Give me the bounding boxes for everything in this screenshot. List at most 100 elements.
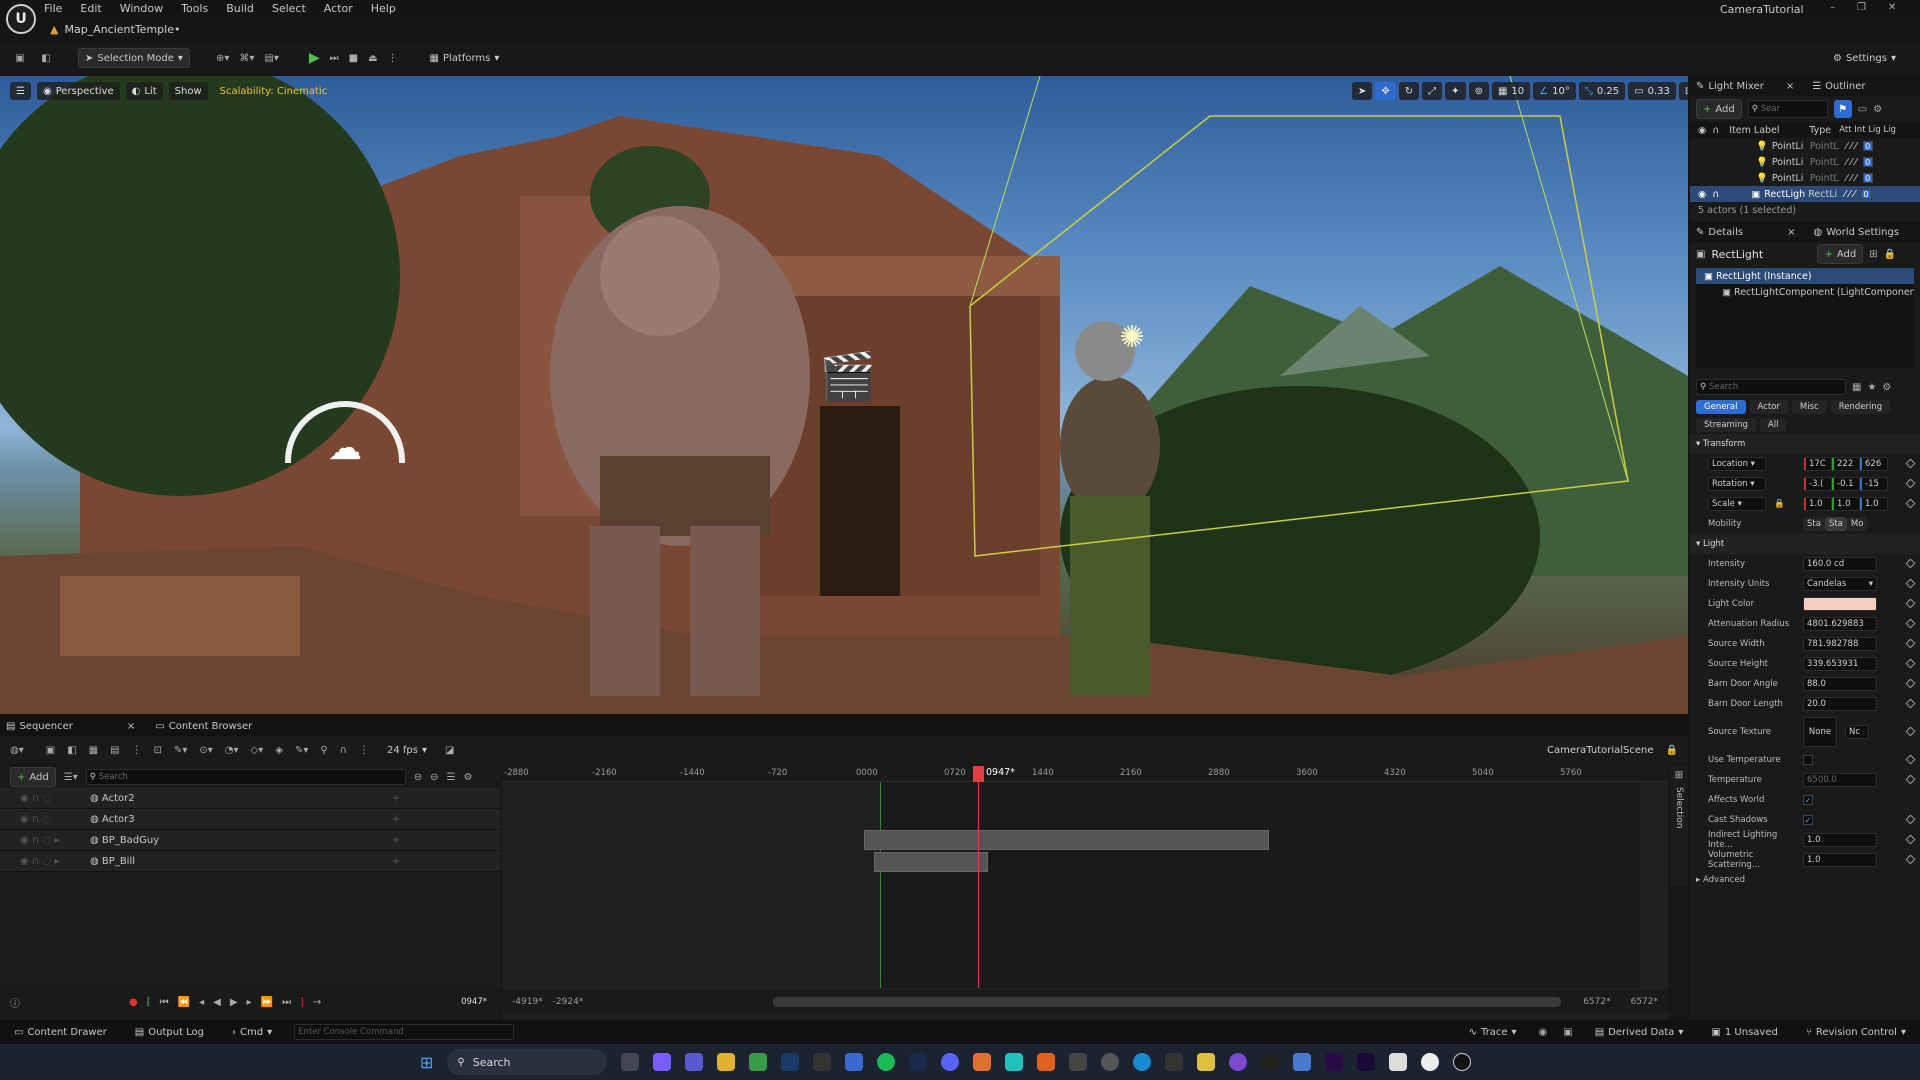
app-icon[interactable] xyxy=(1005,1053,1024,1071)
discord-icon[interactable] xyxy=(941,1053,960,1071)
menu-build[interactable]: Build xyxy=(226,2,254,15)
scale-z[interactable]: 1.0 xyxy=(1860,497,1888,511)
more-icon[interactable]: ⋮ xyxy=(388,53,398,64)
list-icon[interactable]: ☰ xyxy=(447,772,456,783)
menu-actor[interactable]: Actor xyxy=(324,2,353,15)
close-icon[interactable]: × xyxy=(1786,81,1794,92)
close-icon[interactable]: ✕ xyxy=(1888,2,1896,13)
filter-actor[interactable]: Actor xyxy=(1749,400,1788,414)
collapse-icon[interactable]: ⊖ xyxy=(430,772,438,783)
trace-button[interactable]: ∿ Trace ▾ xyxy=(1463,1022,1523,1042)
rotation-y[interactable]: -0.1 xyxy=(1832,477,1860,491)
outliner-row[interactable]: 💡 PointLi PointL ⁄ ⁄ ⁄ 0 xyxy=(1690,170,1920,186)
keyframe-icon[interactable] xyxy=(1905,638,1916,649)
record-status-icon[interactable]: ◉ xyxy=(1539,1027,1548,1038)
close-icon[interactable]: × xyxy=(1787,227,1795,238)
chrome-icon[interactable] xyxy=(749,1053,768,1071)
location-x[interactable]: 17C xyxy=(1804,457,1832,471)
stop-icon[interactable]: ■ xyxy=(349,53,358,64)
rotation-z[interactable]: -15 xyxy=(1860,477,1888,491)
working-range-end[interactable]: 6572* xyxy=(1583,997,1610,1007)
copilot-icon[interactable] xyxy=(653,1053,672,1071)
surface-snap-icon[interactable]: ⊚ xyxy=(1468,82,1489,100)
location-dropdown[interactable]: Location ▾ xyxy=(1708,457,1766,471)
keyframe-icon[interactable] xyxy=(1905,854,1916,865)
minimize-icon[interactable]: – xyxy=(1830,2,1835,13)
more-icon[interactable]: ⋮ xyxy=(359,745,369,756)
component-instance[interactable]: ▣ RectLight (Instance) xyxy=(1696,268,1914,284)
unsaved-button[interactable]: ▣ 1 Unsaved xyxy=(1705,1022,1783,1042)
filter-general[interactable]: General xyxy=(1696,400,1746,414)
platforms-button[interactable]: ▦ Platforms ▾ xyxy=(424,48,506,68)
keyframe-icon[interactable] xyxy=(1905,834,1916,845)
menu-file[interactable]: File xyxy=(44,2,62,15)
find-icon[interactable]: ◧ xyxy=(67,745,76,756)
add-track-icon[interactable]: + xyxy=(392,856,400,867)
edit-mode-icon[interactable]: ✎▾ xyxy=(295,745,308,756)
reverse-play-icon[interactable]: ◀ xyxy=(213,997,221,1008)
tab-world-settings[interactable]: ◍ World Settings xyxy=(1813,227,1899,238)
track-row[interactable]: ◉ ∩ ◌ ▸ ◍ BP_Bill + xyxy=(0,851,500,872)
lock-icon[interactable]: 🔒 xyxy=(1884,249,1896,260)
to-end-icon[interactable]: ⏭ xyxy=(282,997,291,1008)
gear-icon[interactable]: ⚙ xyxy=(1873,104,1882,115)
play-icon[interactable]: ▶ xyxy=(230,997,238,1008)
edge-icon[interactable] xyxy=(1133,1053,1152,1071)
filter-icon[interactable]: ⚑ xyxy=(1833,100,1852,118)
curve-editor-icon[interactable]: ◪ xyxy=(445,745,454,756)
taskbar-search[interactable]: ⚲ Search xyxy=(447,1049,608,1075)
maximize-viewport-icon[interactable]: ⊞ xyxy=(1678,82,1688,100)
sequencer-add-button[interactable]: + Add xyxy=(10,767,56,787)
app-icon[interactable] xyxy=(1389,1053,1408,1071)
to-start-icon[interactable]: ⏮ xyxy=(160,997,169,1008)
light-color-swatch[interactable] xyxy=(1803,597,1877,611)
keyframe-icon[interactable] xyxy=(1905,578,1916,589)
epic-games-icon[interactable] xyxy=(813,1053,832,1071)
camera-speed-button[interactable]: ▭ 0.33 xyxy=(1628,82,1676,100)
more-icon[interactable]: ⋮ xyxy=(132,745,142,756)
rotate-tool-icon[interactable]: ↻ xyxy=(1398,82,1420,100)
use-temperature-checkbox[interactable] xyxy=(1803,755,1813,765)
camera-status-icon[interactable]: ▣ xyxy=(1563,1027,1572,1038)
outliner-add-button[interactable]: + Add xyxy=(1696,99,1742,119)
show-button[interactable]: Show xyxy=(168,82,208,100)
location-y[interactable]: 222 xyxy=(1832,457,1860,471)
world-icon[interactable]: ◍▾ xyxy=(10,745,24,756)
save-icon[interactable]: ▣ xyxy=(46,745,55,756)
github-icon[interactable] xyxy=(1101,1053,1120,1071)
component-row[interactable]: ▣ RectLightComponent (LightComponent( xyxy=(1696,284,1914,300)
tab-light-mixer[interactable]: ✎ Light Mixer × xyxy=(1696,81,1794,92)
step-forward-icon[interactable]: ▸ xyxy=(247,997,252,1008)
render-icon[interactable]: ▤ xyxy=(110,745,119,756)
filter-misc[interactable]: Misc xyxy=(1791,400,1827,414)
source-texture-thumb[interactable]: None xyxy=(1803,717,1837,747)
temperature-field[interactable]: 6500.0 xyxy=(1803,773,1877,787)
gear-icon[interactable]: ⚙ xyxy=(1882,382,1891,393)
obs-icon[interactable] xyxy=(1229,1053,1248,1071)
output-log-button[interactable]: ▤ Output Log xyxy=(129,1022,210,1042)
table-view-icon[interactable]: ▦ xyxy=(1852,382,1861,393)
volumetric-field[interactable]: 1.0 xyxy=(1803,853,1877,867)
track-row[interactable]: ◉ ∩ ◌ ◍ Actor2 + xyxy=(0,788,500,809)
view-range-start[interactable]: -4919* xyxy=(512,997,543,1007)
add-component-button[interactable]: + Add xyxy=(1817,244,1864,264)
track-row[interactable]: ◉ ∩ ◌ ◍ Actor3 + xyxy=(0,809,500,830)
filter-streaming[interactable]: Streaming xyxy=(1696,418,1756,432)
keyframe-icon[interactable] xyxy=(1905,618,1916,629)
blueprint-icon[interactable]: ⊞ xyxy=(1869,249,1877,260)
source-width-field[interactable]: 781.982788 xyxy=(1803,637,1877,651)
spotify-icon[interactable] xyxy=(877,1053,896,1071)
translate-tool-icon[interactable]: ✥ xyxy=(1375,82,1396,100)
track-section-bill[interactable] xyxy=(874,852,988,872)
keyframe-icon[interactable] xyxy=(1905,814,1916,825)
view-range-end[interactable]: 6572* xyxy=(1631,997,1658,1007)
revision-control-button[interactable]: ⑂ Revision Control ▾ xyxy=(1800,1022,1912,1042)
keyframe-icon[interactable] xyxy=(1905,754,1916,765)
row-light-flag[interactable]: 0 xyxy=(1862,157,1873,167)
outliner-row[interactable]: 💡 PointLi PointL ⁄ ⁄ ⁄ 0 xyxy=(1690,138,1920,154)
actor-name[interactable]: RectLight xyxy=(1711,248,1811,261)
unreal-logo-icon[interactable]: U xyxy=(6,4,36,34)
source-texture-select[interactable]: Nc xyxy=(1845,725,1869,739)
keyframe-icon[interactable] xyxy=(1905,558,1916,569)
meta-icon[interactable] xyxy=(1165,1053,1184,1071)
